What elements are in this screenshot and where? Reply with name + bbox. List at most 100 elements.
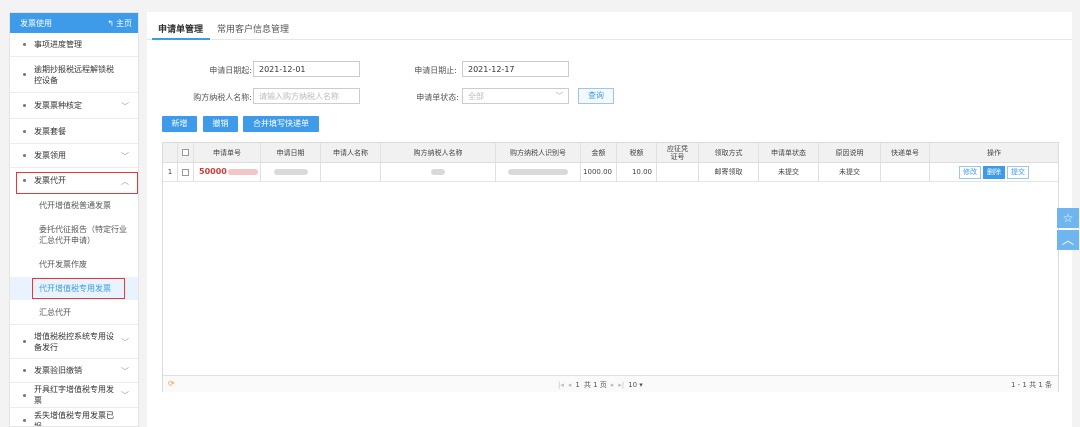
buyer-id-cell xyxy=(496,163,581,181)
page-number-input[interactable]: 1 xyxy=(575,381,579,389)
redacted-text xyxy=(227,169,258,175)
sidebar-item-package[interactable]: 发票套餐 xyxy=(10,119,138,144)
chevron-down-icon: ﹀ xyxy=(121,366,129,376)
sidebar-item-label: 事项进度管理 xyxy=(34,40,82,49)
sidebar-item-ticket-type[interactable]: 发票票种核定 ﹀ xyxy=(10,93,138,119)
highlight-box xyxy=(32,278,125,299)
bullet-icon xyxy=(23,129,26,133)
buyer-name-label: 购方纳税人名称: xyxy=(193,93,252,102)
pagination-controls: |◂ ◂ 1 共 1 页 ▸ ▸| 10 ▾ xyxy=(558,380,643,390)
table-header: 申请单号 申请日期 申请人名称 购方纳税人名称 购方纳税人识别号 金额 税额 应… xyxy=(163,143,1058,163)
pagination-bar: ⟳ |◂ ◂ 1 共 1 页 ▸ ▸| 10 ▾ 1 - 1 共 1 条 xyxy=(163,375,1058,392)
header-cell: 申请日期 xyxy=(261,143,321,162)
tab-customer-info[interactable]: 常用客户信息管理 xyxy=(217,22,289,35)
sidebar-item-progress[interactable]: 事项进度管理 xyxy=(10,33,138,57)
header-cell: 申请单状态 xyxy=(759,143,819,162)
sidebar: 发票使用 ↰ 主页 事项进度管理 逾期抄报税远程解锁税控设备 发票票种核定 ﹀ … xyxy=(9,12,139,427)
prev-page-button[interactable]: ◂ xyxy=(568,381,572,389)
sidebar-title: 发票使用 xyxy=(20,18,52,28)
submit-button[interactable]: 提交 xyxy=(1007,165,1029,179)
app: 发票使用 ↰ 主页 事项进度管理 逾期抄报税远程解锁税控设备 发票票种核定 ﹀ … xyxy=(0,0,1080,427)
app-no-cell: 50000 xyxy=(194,163,261,181)
subitem-entrust-report[interactable]: 委托代征报告（特定行业汇总代开申请） xyxy=(10,218,138,252)
sidebar-item-label: 开具红字增值税专用发票 xyxy=(34,385,114,405)
amount-cell: 1000.00 xyxy=(581,163,617,181)
page-size-select[interactable]: 10 ▾ xyxy=(628,381,643,389)
edit-button[interactable]: 修改 xyxy=(959,165,981,179)
header-index xyxy=(163,143,178,162)
applicant-cell xyxy=(321,163,381,181)
reason-cell: 未提交 xyxy=(819,163,881,181)
pickup-cell: 邮寄领取 xyxy=(699,163,759,181)
highlight-box xyxy=(16,172,138,194)
last-page-button[interactable]: ▸| xyxy=(618,381,624,389)
status-cell: 未提交 xyxy=(759,163,819,181)
header-cell: 原因说明 xyxy=(819,143,881,162)
sidebar-item-receive[interactable]: 发票领用 ﹀ xyxy=(10,144,138,168)
buyer-name-input[interactable]: 请输入购方纳税人名称 xyxy=(253,88,360,104)
bullet-icon xyxy=(23,43,26,46)
bullet-icon xyxy=(23,369,26,372)
subitem-summary[interactable]: 汇总代开 xyxy=(10,300,138,325)
row-checkbox[interactable] xyxy=(182,168,189,176)
header-cell: 购方纳税人名称 xyxy=(381,143,496,162)
subitem-void-invoice[interactable]: 代开发票作废 xyxy=(10,252,138,277)
add-button[interactable]: 新增 xyxy=(162,116,197,132)
subitem-label: 委托代征报告（特定行业汇总代开申请） xyxy=(39,225,127,245)
tab-application-management[interactable]: 申请单管理 xyxy=(158,22,203,35)
chevron-down-icon: ﹀ xyxy=(556,92,563,100)
back-to-top-button[interactable]: ︿ xyxy=(1057,230,1079,250)
query-button[interactable]: 查询 xyxy=(578,88,614,104)
status-select-value: 全部 xyxy=(468,92,484,101)
redacted-text xyxy=(508,169,568,175)
start-date-input[interactable]: 2021-12-01 xyxy=(253,61,360,77)
sidebar-item-unlock[interactable]: 逾期抄报税远程解锁税控设备 xyxy=(10,57,138,93)
delete-button[interactable]: 删除 xyxy=(983,165,1005,179)
buyer-name-cell xyxy=(381,163,496,181)
app-no-link[interactable]: 50000 xyxy=(199,168,227,176)
end-date-label: 申请日期止: xyxy=(414,66,457,75)
bullet-icon xyxy=(23,154,26,157)
subitem-general-invoice[interactable]: 代开增值税普通发票 xyxy=(10,193,138,218)
bullet-icon xyxy=(23,104,26,107)
subitem-label: 代开增值税普通发票 xyxy=(39,201,111,210)
sidebar-item-label: 逾期抄报税远程解锁税控设备 xyxy=(34,64,114,85)
total-pages-text: 共 1 页 xyxy=(583,381,607,389)
sidebar-item-label: 增值税税控系统专用设备发行 xyxy=(34,331,114,352)
chevron-down-icon: ﹀ xyxy=(121,151,129,161)
favorite-button[interactable]: ☆ xyxy=(1057,208,1079,228)
start-date-label: 申请日期起: xyxy=(209,66,252,75)
sidebar-item-label: 发票套餐 xyxy=(34,126,66,136)
date-cell xyxy=(261,163,321,181)
express-cell xyxy=(881,163,930,181)
sidebar-header: 发票使用 ↰ 主页 xyxy=(10,13,138,33)
sidebar-item-lost-invoice[interactable]: 丢失增值税专用发票已报 xyxy=(10,408,138,426)
bullet-icon xyxy=(23,73,26,76)
merge-express-button[interactable]: 合并填写快递单 xyxy=(243,116,319,132)
sidebar-item-label: 发票领用 xyxy=(34,151,66,160)
sidebar-item-device-issue[interactable]: 增值税税控系统专用设备发行 ﹀ xyxy=(10,325,138,359)
end-date-input[interactable]: 2021-12-17 xyxy=(462,61,569,77)
sidebar-item-verify[interactable]: 发票验旧缴销 ﹀ xyxy=(10,359,138,383)
sidebar-item-red-invoice[interactable]: 开具红字增值税专用发票 ﹀ xyxy=(10,383,138,408)
chevron-down-icon: ﹀ xyxy=(121,391,129,400)
tax-cell: 10.00 xyxy=(617,163,657,181)
table-row[interactable]: 1 50000 1000.00 10.00 邮寄领取 未提交 未提交 修改 删除… xyxy=(163,163,1058,182)
sidebar-item-label: 发票验旧缴销 xyxy=(34,366,82,375)
home-link[interactable]: ↰ 主页 xyxy=(107,18,132,29)
next-page-button[interactable]: ▸ xyxy=(611,381,615,389)
select-all-checkbox[interactable] xyxy=(182,149,189,156)
header-checkbox-cell xyxy=(178,143,194,162)
home-label: 主页 xyxy=(116,18,132,28)
header-cell: 应征凭证号 xyxy=(657,143,699,162)
refresh-icon[interactable]: ⟳ xyxy=(168,379,175,388)
chevron-down-icon: ﹀ xyxy=(121,101,129,111)
row-checkbox-cell xyxy=(178,163,194,181)
first-page-button[interactable]: |◂ xyxy=(558,381,564,389)
chevron-up-icon: ︿ xyxy=(1061,233,1074,247)
revoke-button[interactable]: 撤销 xyxy=(203,116,238,132)
row-index: 1 xyxy=(163,163,178,181)
status-select[interactable]: 全部 ﹀ xyxy=(462,88,569,104)
voucher-cell xyxy=(657,163,699,181)
main-panel: 申请单管理 常用客户信息管理 申请日期起: 2021-12-01 申请日期止: … xyxy=(147,12,1072,427)
